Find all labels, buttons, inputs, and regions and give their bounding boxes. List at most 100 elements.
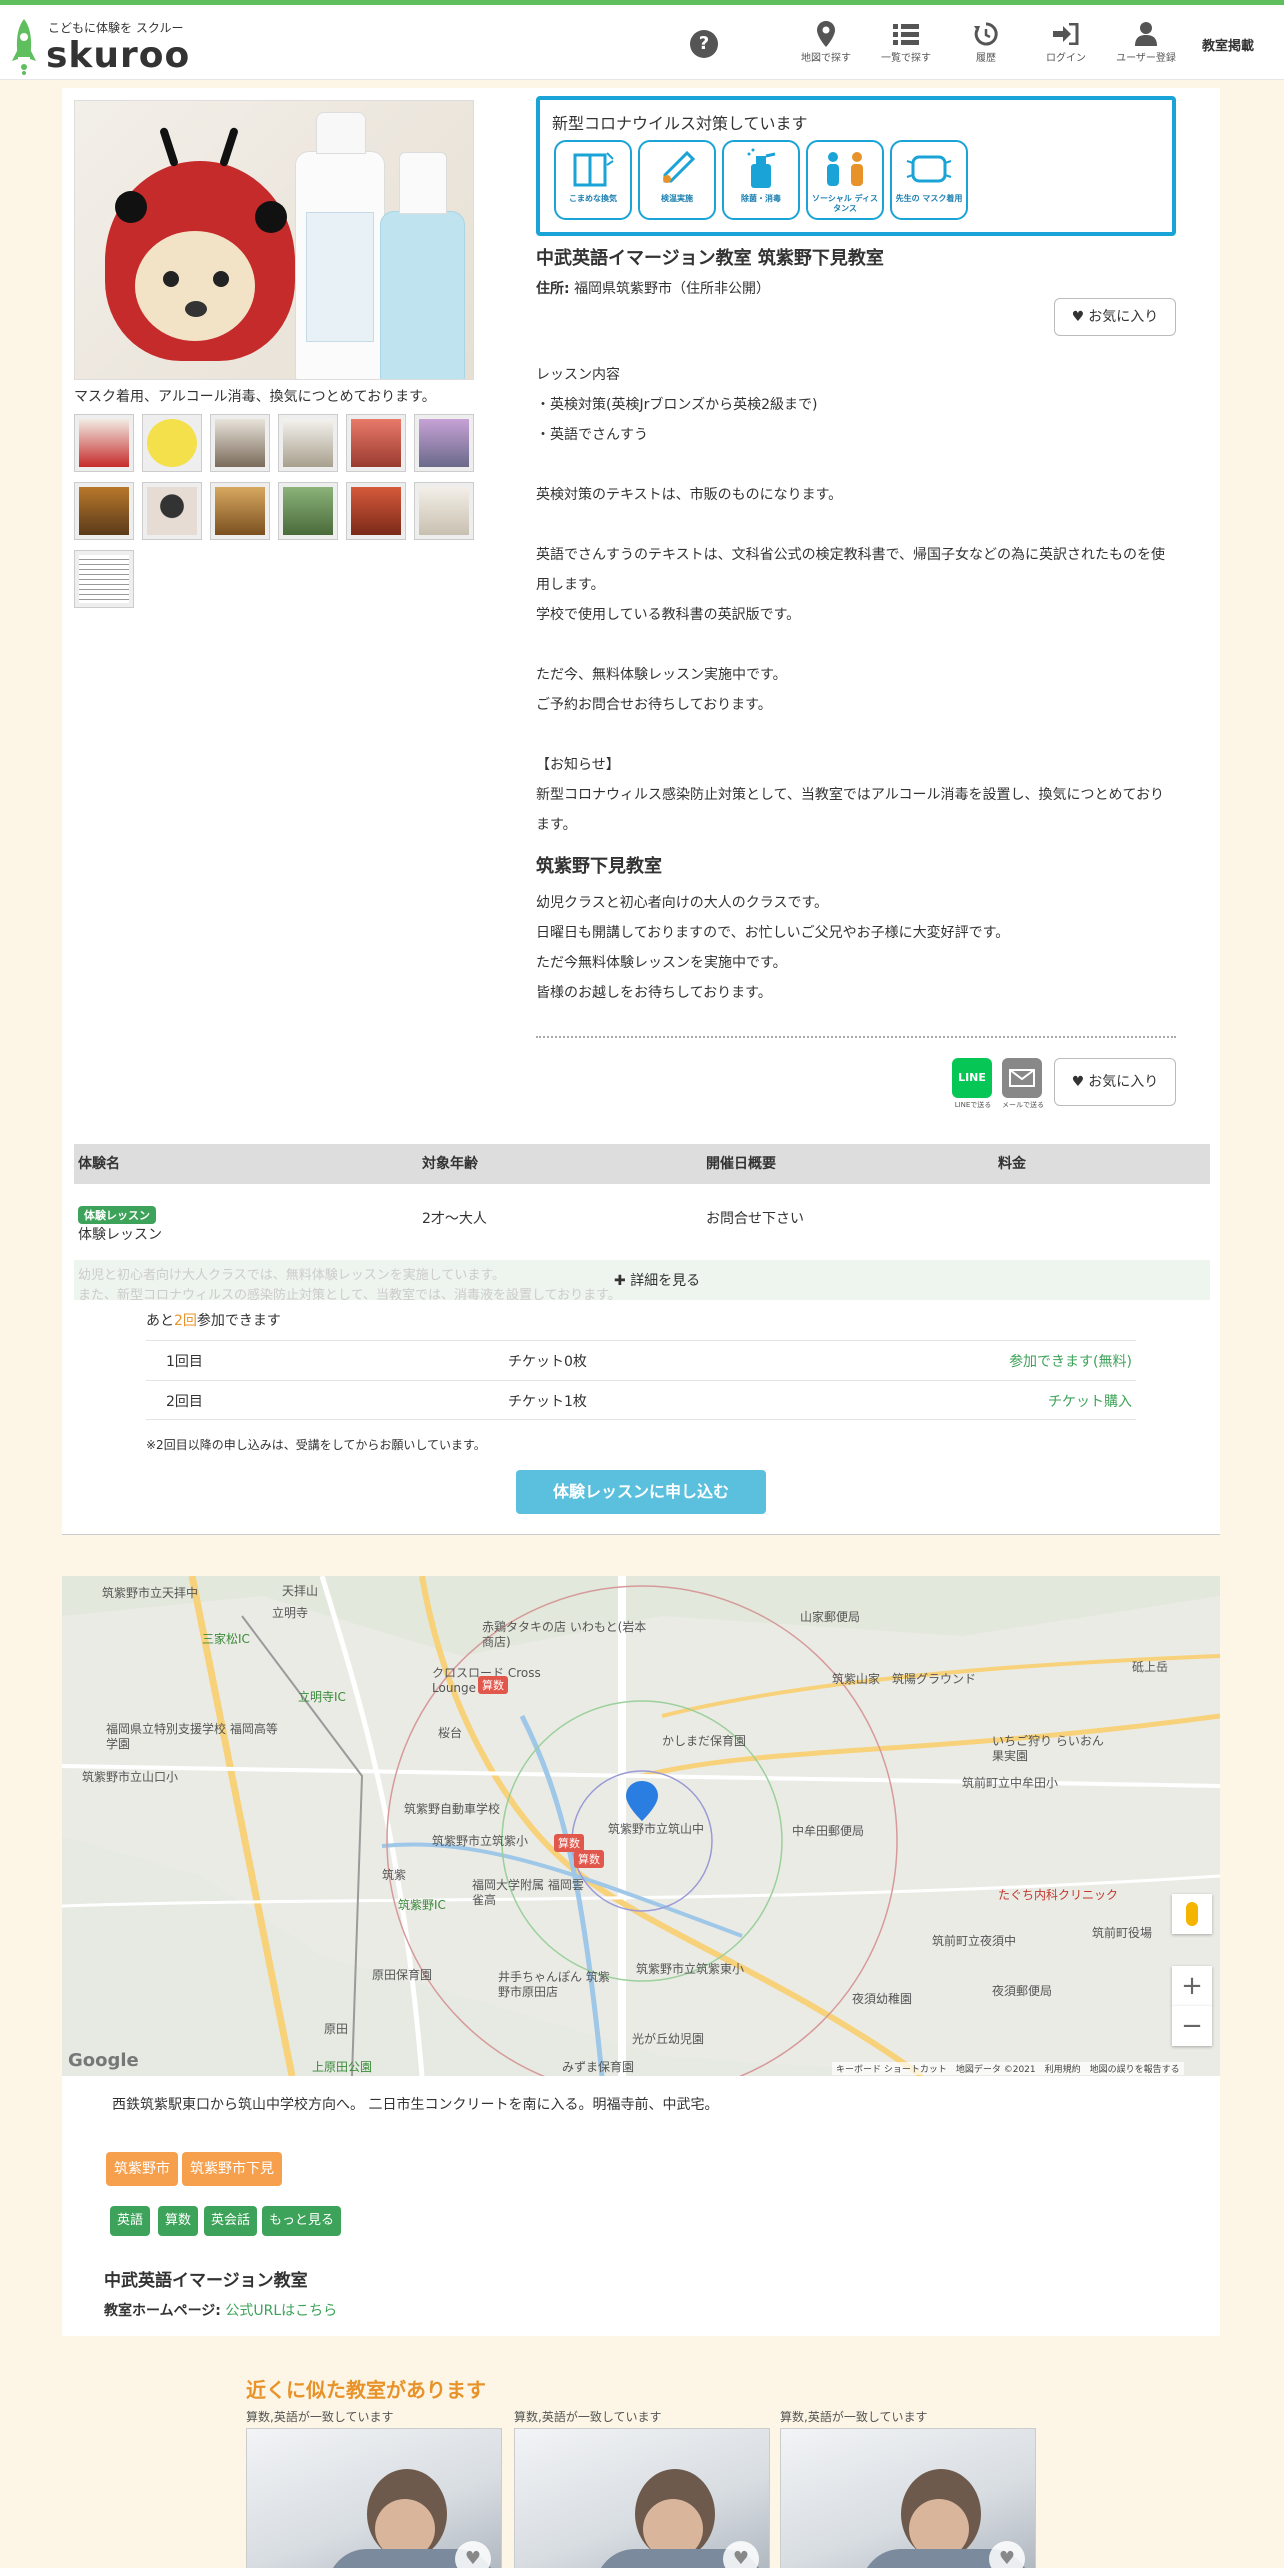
area-tag[interactable]: 筑紫野市下見 [182,2152,282,2186]
thumbnail[interactable] [278,414,338,472]
description-line: ただ今、無料体験レッスン実施中です。 [536,667,787,683]
category-tag[interactable]: 英語 [110,2206,151,2236]
similar-school-image[interactable]: ♥ [780,2428,1036,2568]
similar-school-card[interactable]: 算数,英語が一致しています ♥ [246,2408,502,2568]
description-line: レッスン内容 [536,367,620,383]
branch-line: ただ今無料体験レッスンを実施中です。 [536,955,787,971]
buy-ticket-link[interactable]: チケット購入 [1048,1391,1132,1411]
address-label: 住所: [536,281,570,297]
homepage-row: 教室ホームページ: 公式URLはこちら [104,2300,337,2320]
main-photo[interactable] [74,100,474,380]
map-label: 天拝山 [282,1584,319,1598]
similar-school-image[interactable]: ♥ [514,2428,770,2568]
description-line: ご予約お問合せお待ちしております。 [536,697,772,713]
nav-map-search-label: 地図で探す [801,53,851,64]
thumbnail[interactable] [74,550,134,608]
help-icon[interactable]: ? [690,30,718,58]
mail-share-button[interactable]: メールで送る [1002,1058,1044,1110]
thumbnail[interactable] [414,414,474,472]
map-label: たぐち内科クリニック [998,1888,1119,1902]
nav-list-search[interactable]: 一覧で探す [866,19,946,71]
description-line: ・英語でさんすう [536,427,648,443]
heart-icon[interactable]: ♥ [455,2541,491,2568]
user-icon [1106,19,1186,49]
thumbnail[interactable] [142,482,202,540]
description-line: 学校で使用している教科書の英訳版です。 [536,607,801,623]
area-tag[interactable]: 筑紫野市 [106,2152,178,2186]
map-school-pin[interactable]: 算数 [574,1850,604,1868]
thumbnail[interactable] [210,414,270,472]
zoom-in-button[interactable]: + [1172,1966,1212,2006]
ticket-count: チケット1枚 [508,1394,587,1410]
nav-register[interactable]: ユーザー登録 [1106,19,1186,71]
column-header: 料金 [998,1156,1026,1172]
map-attribution[interactable]: キーボード ショートカット 地図データ ©2021 利用規約 地図の誤りを報告す… [832,2062,1184,2075]
detail-more-link[interactable]: ✚ 詳細を見る [614,1270,700,1290]
thumbnail[interactable] [210,482,270,540]
heart-icon[interactable]: ♥ [989,2541,1025,2568]
heart-icon: ♥ [1071,1074,1085,1090]
map-school-pin[interactable]: 算数 [478,1676,508,1694]
nav-history[interactable]: 履歴 [946,19,1026,71]
school-detail-card: マスク着用、アルコール消毒、換気につとめております。 新型コロナウイルス対策して… [62,88,1220,1535]
map-label: 筑紫野市立筑紫東小 [636,1962,745,1976]
favorite-button-top[interactable]: ♥ お気に入り [1054,298,1176,336]
similar-school-card[interactable]: 算数,英語が一致しています ♥ [780,2408,1036,2568]
thumbnail[interactable] [346,482,406,540]
apply-trial-button[interactable]: 体験レッスンに申し込む [516,1470,766,1514]
thumbnail[interactable] [414,482,474,540]
column-header: 対象年齢 [422,1156,478,1172]
detail-more-label: 詳細を見る [630,1273,701,1289]
ventilation-label: こまめな換気 [569,194,617,203]
google-logo: Google [68,2050,139,2071]
street-view-pegman-icon[interactable] [1172,1894,1212,1934]
zoom-out-button[interactable]: − [1172,2006,1212,2046]
nav-login[interactable]: ログイン [1026,19,1106,71]
thumbnail[interactable] [142,414,202,472]
ticket-row: 1回目 チケット0枚 参加できます(無料) [146,1340,1136,1380]
similar-schools-title: 近くに似た教室があります [246,2378,486,2402]
map-label: 桜台 [438,1726,463,1740]
mask-icon: 先生の マスク着用 [890,140,968,220]
map-label: 立明寺 [272,1606,309,1620]
address-value: 福岡県筑紫野市（住所非公開） [574,281,771,297]
description-line [536,630,1176,660]
match-label: 算数,英語が一致しています [514,2410,662,2424]
heart-icon[interactable]: ♥ [723,2541,759,2568]
favorite-button-bottom[interactable]: ♥ お気に入り [1054,1058,1176,1106]
remaining-participation: あと2回参加できます [146,1310,281,1330]
location-map[interactable]: 筑紫野市立天拝中 天拝山 立明寺 三家松IC 立明寺IC 福岡県立特別支援学校 … [62,1576,1220,2076]
trial-schedule: お問合せ下さい [706,1211,804,1227]
map-label: 赤鶏タタキの店 いわもと(岩本商店) [482,1620,647,1649]
disinfection-label: 除菌・消毒 [741,194,781,203]
similar-school-image[interactable]: ♥ [246,2428,502,2568]
line-share-caption: LINEで送る [954,1101,992,1109]
plus-icon: ✚ [614,1273,631,1289]
favorite-label: お気に入り [1088,309,1159,325]
column-header: 体験名 [78,1156,120,1172]
homepage-label: 教室ホームページ: [104,2303,221,2319]
thumbnail[interactable] [278,482,338,540]
lesson-description: レッスン内容 ・英検対策(英検Jrブロンズから英検2級まで) ・英語でさんすう … [536,360,1176,840]
map-label: 原田保育園 [372,1968,433,1982]
similar-school-card[interactable]: 算数,英語が一致しています ♥ [514,2408,770,2568]
category-tag[interactable]: 算数 [158,2206,199,2236]
map-label: 井手ちゃんぽん 筑紫野市原田店 [498,1970,610,1999]
trial-detail-toggle[interactable]: 幼児と初心者向け大人クラスでは、無料体験レッスンを実施しています。 また、新型コ… [74,1260,1210,1300]
official-url-link[interactable]: 公式URLはこちら [225,2303,337,2319]
line-share-button[interactable]: LINE LINEで送る [952,1058,994,1110]
map-label: 筑前町立夜須中 [932,1934,1017,1948]
thumbnail[interactable] [74,482,134,540]
description-line: 英検対策のテキストは、市販のものになります。 [536,487,843,503]
history-icon [946,19,1026,49]
category-tag[interactable]: 英会話 [204,2206,258,2236]
application-note: ※2回目以降の申し込みは、受講をしてからお願いしています。 [146,1438,486,1452]
thumbnail[interactable] [74,414,134,472]
thumbnail[interactable] [346,414,406,472]
logo[interactable]: こどもに体験を スクルー skuroo [10,13,200,76]
nav-map-search[interactable]: 地図で探す [786,19,866,71]
nav-owner-listing[interactable]: 教室掲載 [1202,35,1254,54]
favorite-label: お気に入り [1088,1074,1159,1090]
preview-line: 幼児と初心者向け大人クラスでは、無料体験レッスンを実施しています。 [78,1268,506,1283]
more-categories-tag[interactable]: もっと見る [262,2206,342,2236]
